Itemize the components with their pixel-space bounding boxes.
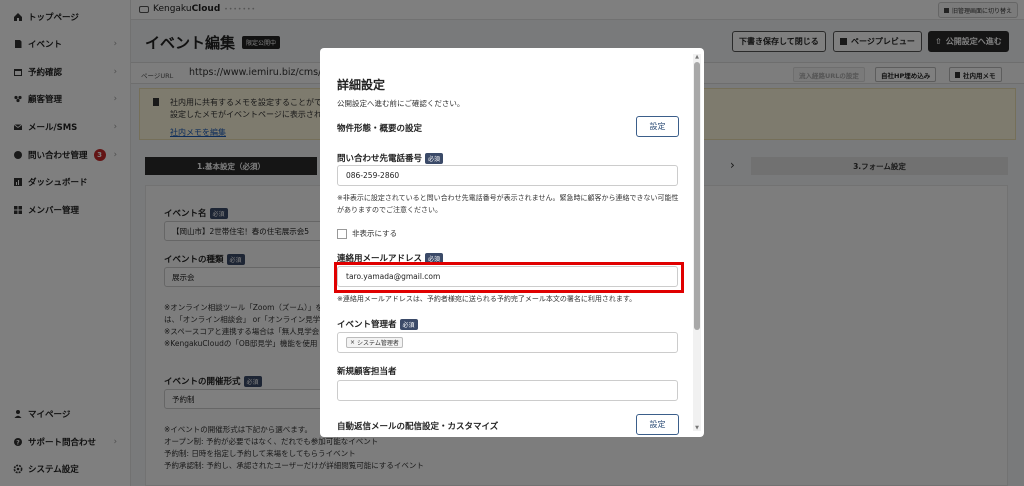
detail-settings-modal: 詳細設定 公開設定へ進む前にご確認ください。 物件形態・概要の設定 設定 問い合… <box>320 48 704 437</box>
new-customer-manager-input[interactable] <box>337 380 678 401</box>
modal-title: 詳細設定 <box>337 78 386 92</box>
hide-phone-label: 非表示にする <box>352 229 398 238</box>
required-badge: 必須 <box>399 319 418 330</box>
phone-label: 問い合わせ先電話番号 必須 <box>337 152 444 164</box>
manager-tag[interactable]: × システム管理者 <box>346 337 403 348</box>
required-badge: 必須 <box>425 153 444 164</box>
modal-scrollbar[interactable]: ▲ ▼ <box>693 54 701 431</box>
property-settings-button[interactable]: 設定 <box>636 116 679 137</box>
email-note: ※連絡用メールアドレスは、予約者様宛に送られる予約完了メール本文の署名に利用され… <box>337 295 637 303</box>
checkbox-box[interactable] <box>337 228 347 239</box>
scroll-thumb[interactable] <box>694 62 700 330</box>
hide-phone-checkbox[interactable]: 非表示にする <box>337 228 397 239</box>
highlight-box <box>334 262 684 293</box>
scroll-up-icon[interactable]: ▲ <box>693 54 701 60</box>
auto-reply-settings-button[interactable]: 設定 <box>636 414 679 435</box>
close-icon[interactable]: × <box>350 339 355 346</box>
phone-note: ※非表示に設定されていると問い合わせ先電話番号が表示されません。緊急時に顧客から… <box>337 194 679 214</box>
event-manager-label: イベント管理者 必須 <box>337 318 418 330</box>
phone-input[interactable]: 086-259-2860 <box>337 165 678 186</box>
event-manager-input[interactable]: × システム管理者 <box>337 332 678 353</box>
new-customer-manager-label: 新規顧客担当者 <box>337 367 397 377</box>
property-settings-label: 物件形態・概要の設定 <box>337 124 423 134</box>
modal-subtitle: 公開設定へ進む前にご確認ください。 <box>337 99 465 108</box>
manager-tag-label: システム管理者 <box>357 340 399 347</box>
scroll-down-icon[interactable]: ▼ <box>693 425 701 431</box>
auto-reply-label: 自動返信メールの配信設定・カスタマイズ <box>337 422 499 432</box>
